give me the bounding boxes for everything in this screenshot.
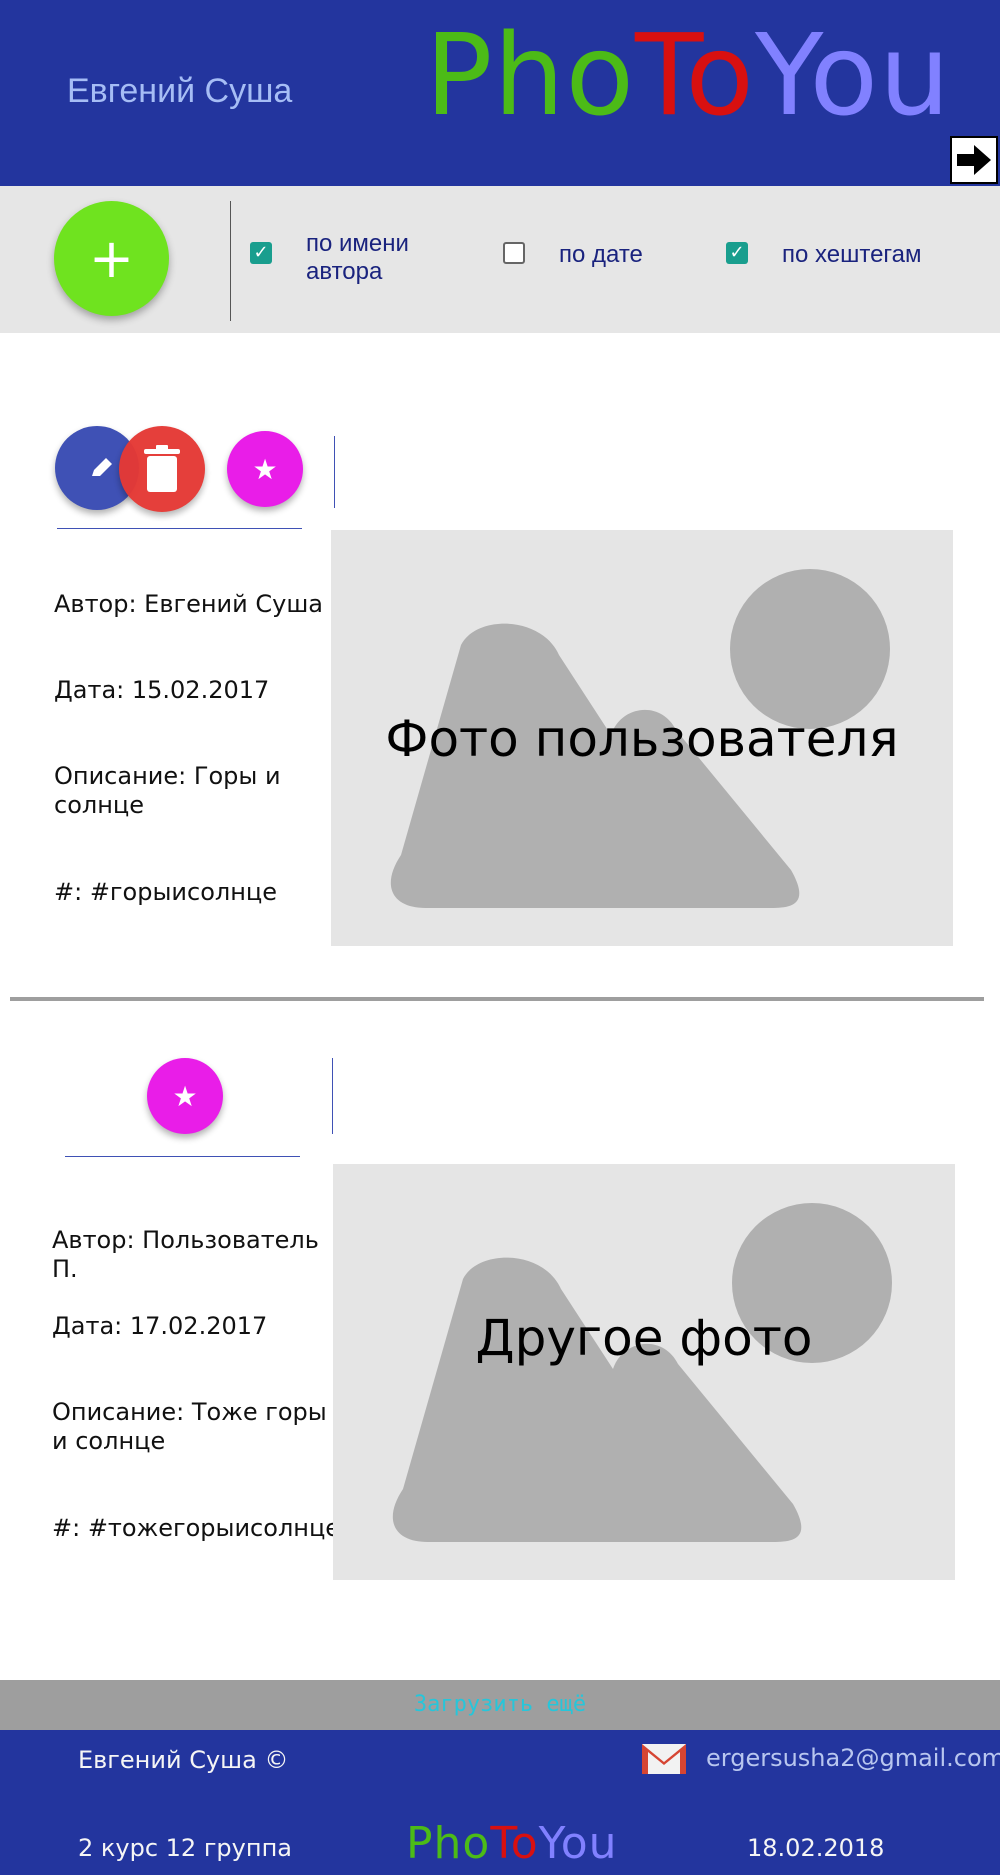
post-actions-underline [65,1156,300,1157]
toolbar-divider [230,201,231,321]
footer-date: 18.02.2018 [747,1834,885,1862]
app-logo[interactable]: PhoToYou [425,20,951,132]
footer-copyright: Евгений Суша © [78,1746,289,1774]
filter-by-hashtags[interactable]: ✓ по хештегам [726,241,922,269]
footer-course: 2 курс 12 группа [78,1834,292,1862]
post-description: Описание: Горы и солнце [54,762,281,819]
delete-post-button[interactable] [119,426,205,512]
image-placeholder-icon [392,1203,892,1542]
post-header-divider [334,436,335,508]
post-author: Автор: Пользователь П. [52,1226,319,1283]
post-hashtags: #: #горыисолнце [54,878,278,906]
logo-part-pho: Pho [406,1818,491,1869]
delete-icon [144,445,180,492]
filter-by-hashtags-checkbox[interactable]: ✓ [726,242,748,264]
photo-caption: Другое фото [475,1309,813,1367]
filter-by-author-checkbox[interactable]: ✓ [250,242,272,264]
edit-icon [92,458,112,476]
filter-by-hashtags-label: по хештегам [782,241,922,268]
post-separator [10,997,984,1001]
app-footer: Евгений Суша © ergersusha2@gmail.com 2 к… [0,1730,1000,1875]
logo-part-to: To [490,1818,539,1869]
post-actions-underline [57,528,302,529]
load-more-button[interactable]: Загрузить ещё [0,1680,1000,1730]
photo-caption: Фото пользователя [385,710,899,768]
mail-icon [642,1744,686,1774]
post-photo[interactable]: Фото пользователя [331,530,953,946]
post-date: Дата: 17.02.2017 [52,1312,268,1340]
favorite-button[interactable]: ★ [227,431,303,507]
post-header-divider [332,1058,333,1134]
app-header: Евгений Суша PhoToYou [0,0,1000,186]
logo-part-you: You [538,1818,618,1869]
star-icon: ★ [252,452,278,486]
filter-by-date[interactable]: по дате [503,241,643,269]
post-hashtags: #: #тожегорыисолнце [52,1514,341,1542]
filter-by-date-checkbox[interactable] [503,242,525,264]
filter-toolbar: + ✓ по имени автора по дате ✓ по хештега… [0,186,1000,333]
post-author: Автор: Евгений Суша [54,590,324,618]
filter-by-author[interactable]: ✓ по имени автора [250,230,436,286]
logo-part-you: You [754,11,951,141]
logo-part-pho: Pho [425,11,636,141]
post-photo[interactable]: Другое фото [333,1164,955,1580]
footer-email[interactable]: ergersusha2@gmail.com [706,1746,1000,1770]
star-icon: ★ [172,1079,198,1113]
logo-part-to: To [635,11,755,141]
filter-by-author-label: по имени автора [306,230,409,285]
add-photo-button[interactable]: + [54,201,169,316]
post-date: Дата: 15.02.2017 [54,676,270,704]
arrow-right-icon [957,145,991,175]
footer-logo: PhoToYou [406,1822,618,1866]
favorite-button[interactable]: ★ [147,1058,223,1134]
header-user-name: Евгений Суша [67,72,293,110]
logout-button[interactable] [950,136,998,184]
filter-by-date-label: по дате [559,241,643,268]
plus-icon: + [88,227,135,290]
post-description: Описание: Тоже горы и солнце [52,1398,327,1455]
